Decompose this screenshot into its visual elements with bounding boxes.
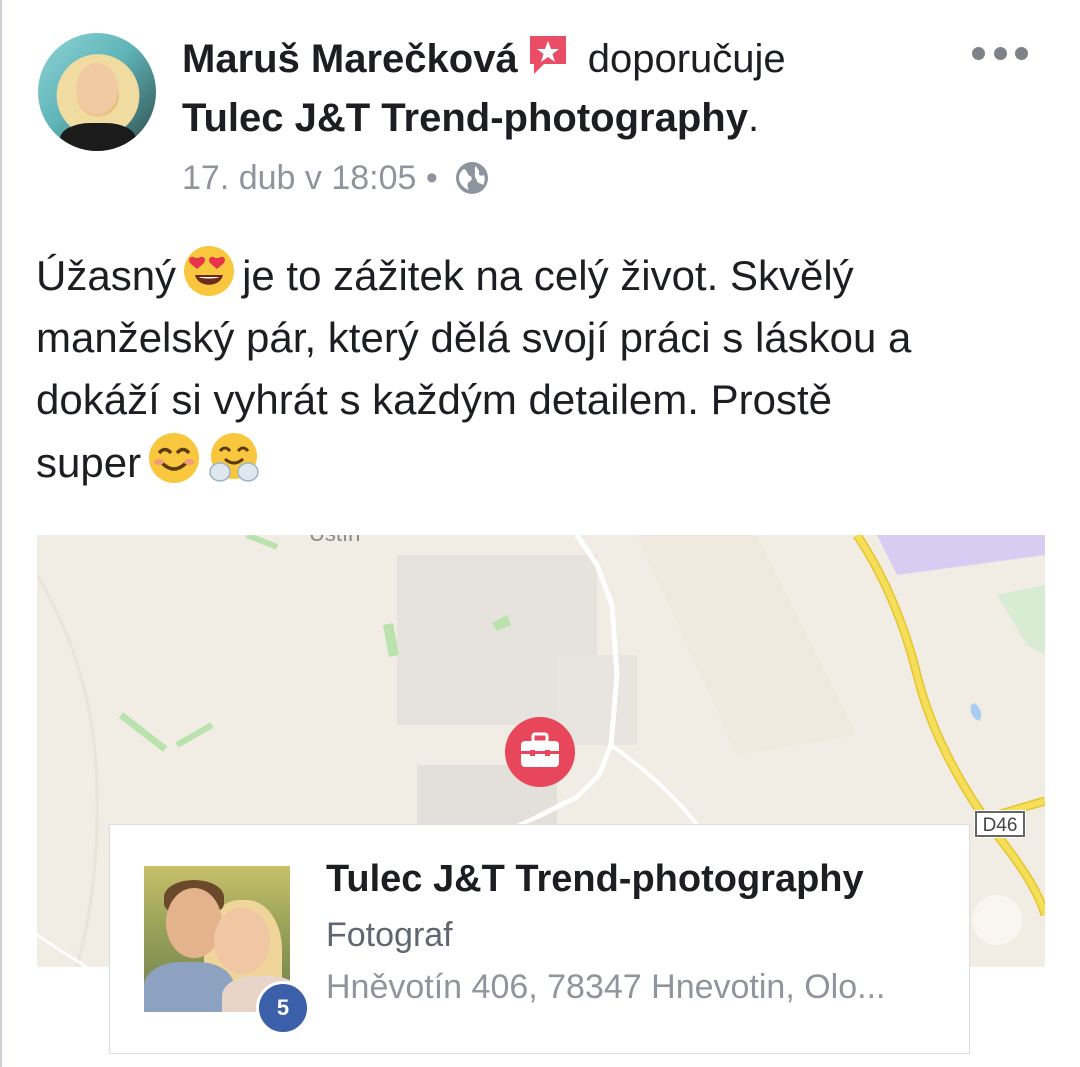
post-timestamp[interactable]: 17. dub v 18:05 xyxy=(182,159,416,197)
post-header-line-2: Tulec J&T Trend-photography. xyxy=(182,91,759,145)
more-options-icon[interactable] xyxy=(972,36,1028,70)
rating-count-badge: 5 xyxy=(256,981,310,1035)
post-body: Úžasný je to zážitek na celý život. Skvěl… xyxy=(36,244,1046,494)
briefcase-icon xyxy=(521,732,559,767)
heart-eyes-emoji-icon xyxy=(182,244,236,298)
card-address: Hněvotín 406, 78347 Hnevotin, Olo... xyxy=(326,968,886,1006)
author-name-link[interactable]: Maruš Marečková xyxy=(182,37,518,81)
card-category: Fotograf xyxy=(326,916,453,954)
recommendation-star-icon xyxy=(526,32,570,76)
author-avatar[interactable] xyxy=(38,33,156,151)
card-page-title[interactable]: Tulec J&T Trend-photography xyxy=(326,855,864,903)
post-line-3: dokáží si vyhrát s každým detailem. Pros… xyxy=(36,376,832,423)
hugging-face-emoji-icon xyxy=(207,431,261,485)
post-header-line-1: Maruš Marečková doporučuje xyxy=(182,32,786,86)
globe-icon xyxy=(455,161,489,195)
header-period: . xyxy=(747,96,760,140)
post-timestamp-row: 17. dub v 18:05 • xyxy=(182,156,489,200)
page-card[interactable]: 5 Tulec J&T Trend-photography Fotograf H… xyxy=(109,824,970,1054)
road-sign-label: D46 xyxy=(974,810,1026,838)
feed-left-border xyxy=(0,0,2,1067)
page-name-link[interactable]: Tulec J&T Trend-photography xyxy=(182,96,748,140)
post-line-1: Úžasný je to zážitek na celý život. Skvěl… xyxy=(36,244,1046,307)
smiling-face-emoji-icon xyxy=(147,431,201,485)
post-line-4: super xyxy=(36,431,1046,494)
timestamp-separator: • xyxy=(425,159,438,197)
post-line-2: manželský pár, který dělá svojí práci s … xyxy=(36,314,912,361)
map-pin[interactable] xyxy=(505,717,575,787)
recommends-label: doporučuje xyxy=(587,37,786,81)
map-locate-button[interactable] xyxy=(972,895,1022,945)
map-town-label: Ústín xyxy=(309,535,360,547)
